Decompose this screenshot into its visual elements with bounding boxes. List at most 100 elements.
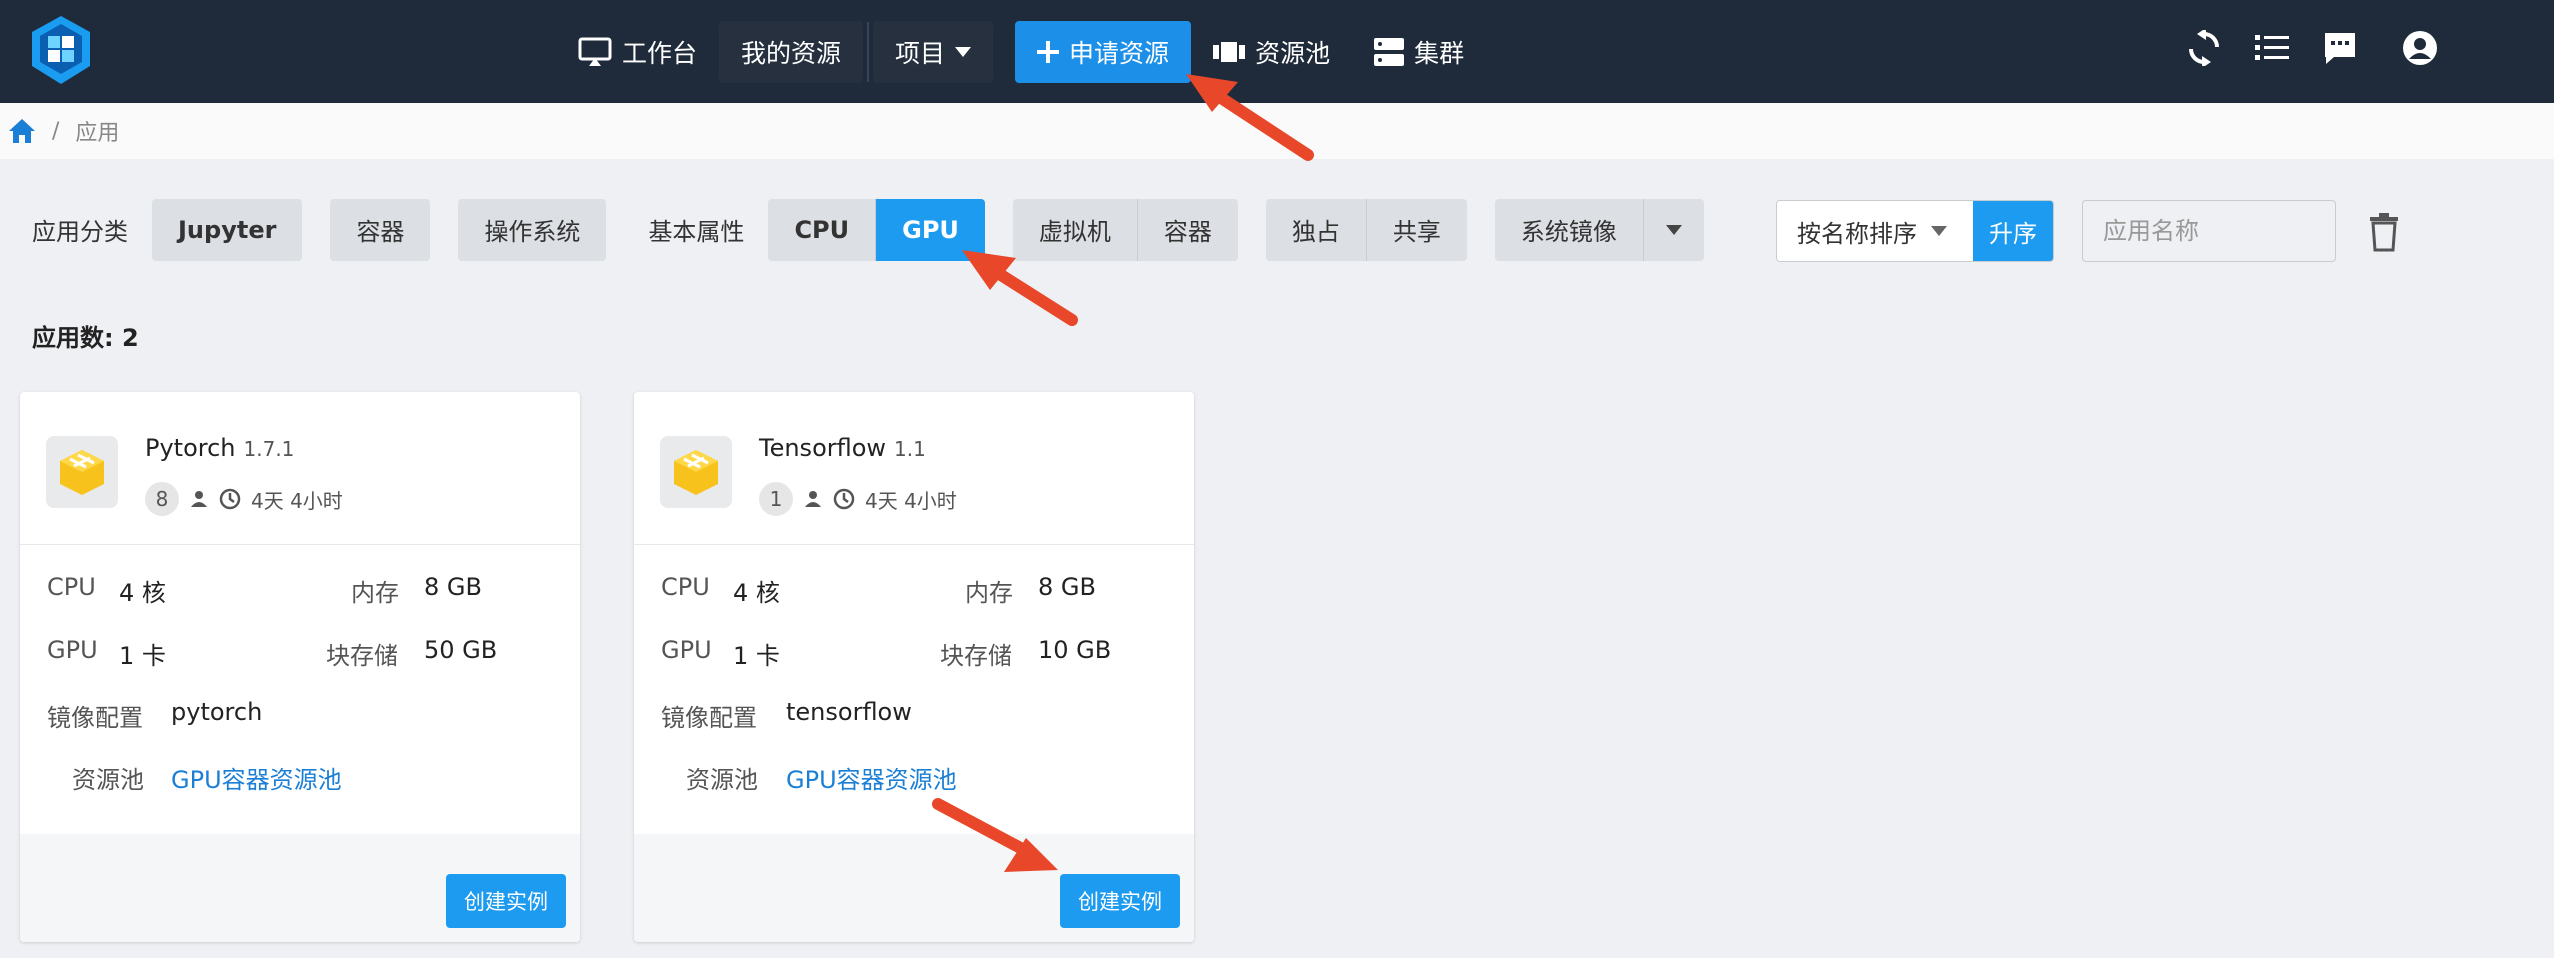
gpu-value: 1 卡 — [119, 642, 166, 670]
caret-down-icon — [955, 46, 972, 57]
image-dropdown-toggle[interactable] — [1642, 198, 1704, 261]
caret-down-icon — [1931, 226, 1947, 236]
gpu-label: GPU — [661, 636, 712, 664]
memory-label: 内存 — [351, 579, 399, 607]
clock-icon — [219, 488, 241, 510]
category-container[interactable]: 容器 — [330, 198, 431, 261]
sort-control: 按名称排序 升序 — [1776, 200, 2054, 262]
app-version: 1.7.1 — [243, 437, 295, 461]
app-name[interactable]: Tensorflow 1.1 — [759, 434, 926, 462]
nav-resource-pool-label: 资源池 — [1255, 38, 1331, 68]
user-count-badge: 8 — [145, 482, 179, 516]
nav-cluster-label: 集群 — [1414, 38, 1465, 68]
nav-project-label: 项目 — [895, 38, 946, 68]
nav-workbench[interactable]: 工作台 — [556, 21, 719, 83]
filter-exclusive[interactable]: 独占 — [1265, 198, 1366, 261]
storage-value: 10 GB — [1038, 636, 1112, 664]
gpu-label: GPU — [47, 636, 98, 664]
filter-vm[interactable]: 虚拟机 — [1012, 198, 1137, 261]
create-instance-button[interactable]: 创建实例 — [1060, 874, 1180, 928]
app-icon — [660, 436, 732, 508]
image-config-label: 镜像配置 — [47, 704, 143, 732]
list-icon[interactable] — [2252, 28, 2292, 68]
cpu-label: CPU — [47, 573, 96, 601]
pool-icon — [1213, 41, 1246, 62]
category-os[interactable]: 操作系统 — [458, 198, 607, 261]
nav-project-dropdown[interactable]: 项目 — [873, 20, 994, 83]
breadcrumb: / 应用 — [0, 103, 2554, 159]
server-icon — [1374, 37, 1405, 66]
app-duration: 4天 4小时 — [865, 488, 957, 513]
caret-down-icon — [1665, 224, 1682, 235]
resource-pool-label: 资源池 — [72, 766, 144, 794]
refresh-icon[interactable] — [2184, 28, 2224, 68]
app-icon — [46, 436, 118, 508]
app-count: 应用数: 2 — [32, 324, 139, 352]
account-icon[interactable] — [2400, 28, 2440, 68]
cpu-label: CPU — [661, 573, 710, 601]
trash-icon[interactable] — [2366, 212, 2402, 252]
apply-resource-label: 申请资源 — [1069, 38, 1170, 68]
nav-cluster[interactable]: 集群 — [1352, 21, 1486, 83]
nav-separator — [867, 21, 870, 82]
app-duration: 4天 4小时 — [251, 488, 343, 513]
app-meta: 8 4天 4小时 — [145, 482, 343, 516]
resource-pool-link[interactable]: GPU容器资源池 — [171, 766, 342, 794]
image-config-value: tensorflow — [786, 698, 912, 726]
cpu-value: 4 核 — [733, 579, 780, 607]
create-instance-button[interactable]: 创建实例 — [446, 874, 566, 928]
app-name[interactable]: Pytorch 1.7.1 — [145, 434, 294, 462]
filter-cpu[interactable]: CPU — [768, 198, 876, 261]
filter-container[interactable]: 容器 — [1136, 198, 1238, 261]
nav-workbench-label: 工作台 — [622, 38, 698, 68]
app-version: 1.1 — [894, 437, 926, 461]
user-count-badge: 1 — [759, 482, 793, 516]
app-card-tensorflow: Tensorflow 1.1 1 4天 4小时 CPU 4 核 内存 8 GB G… — [634, 392, 1194, 942]
filter-bar: 应用分类 Jupyter 容器 操作系统 基本属性 CPU GPU 虚拟机 容器… — [32, 198, 1704, 261]
nav-my-resources[interactable]: 我的资源 — [719, 20, 864, 83]
image-config-value: pytorch — [171, 698, 263, 726]
sort-field-label: 按名称排序 — [1797, 219, 1917, 248]
top-navigation-bar: 工作台 我的资源 项目 申请资源 资源池 集群 — [0, 0, 2554, 103]
resource-pool-link[interactable]: GPU容器资源池 — [786, 766, 957, 794]
nav-resource-pool[interactable]: 资源池 — [1191, 21, 1352, 83]
app-meta: 1 4天 4小时 — [759, 482, 957, 516]
main-nav: 工作台 我的资源 项目 申请资源 资源池 集群 — [556, 0, 1486, 103]
sort-order-button[interactable]: 升序 — [1973, 201, 2053, 261]
app-name-text: Pytorch — [145, 434, 236, 462]
card-divider — [20, 544, 580, 545]
memory-label: 内存 — [965, 579, 1013, 607]
breadcrumb-current: 应用 — [75, 121, 120, 146]
message-icon[interactable] — [2320, 28, 2360, 68]
filter-system-image[interactable]: 系统镜像 — [1494, 198, 1643, 261]
breadcrumb-separator: / — [52, 118, 60, 144]
card-divider — [634, 544, 1194, 545]
app-logo-icon[interactable] — [28, 14, 94, 86]
app-name-search-input[interactable] — [2082, 200, 2336, 262]
filter-gpu[interactable]: GPU — [875, 198, 985, 261]
home-icon[interactable] — [8, 118, 36, 144]
app-name-text: Tensorflow — [759, 434, 887, 462]
category-jupyter[interactable]: Jupyter — [152, 198, 303, 261]
filter-shared[interactable]: 共享 — [1365, 198, 1467, 261]
nav-my-resources-label: 我的资源 — [741, 38, 842, 68]
sort-field-select[interactable]: 按名称排序 — [1777, 201, 1973, 261]
app-card-pytorch: Pytorch 1.7.1 8 4天 4小时 CPU 4 核 内存 8 GB GP… — [20, 392, 580, 942]
user-icon — [191, 491, 207, 507]
resource-pool-label: 资源池 — [686, 766, 758, 794]
monitor-icon — [578, 37, 612, 66]
apply-resource-button[interactable]: 申请资源 — [1015, 20, 1192, 83]
clock-icon — [833, 488, 855, 510]
gpu-value: 1 卡 — [733, 642, 780, 670]
image-config-label: 镜像配置 — [661, 704, 757, 732]
plus-icon — [1037, 40, 1060, 63]
storage-label: 块存储 — [940, 642, 1012, 670]
basic-attributes-label: 基本属性 — [648, 218, 745, 246]
storage-value: 50 GB — [424, 636, 498, 664]
user-icon — [805, 491, 821, 507]
memory-value: 8 GB — [1038, 573, 1096, 601]
cpu-value: 4 核 — [119, 579, 166, 607]
memory-value: 8 GB — [424, 573, 482, 601]
storage-label: 块存储 — [326, 642, 398, 670]
category-label: 应用分类 — [32, 218, 128, 246]
